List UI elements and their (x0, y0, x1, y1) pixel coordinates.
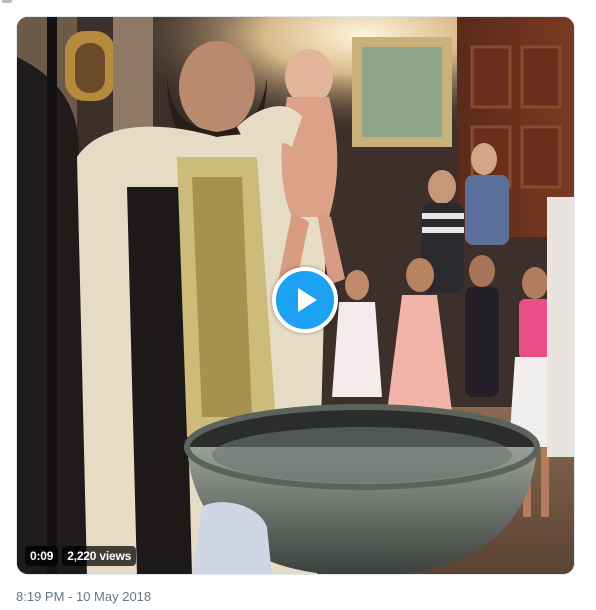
duration-badge: 0:09 (25, 546, 59, 566)
play-button[interactable] (272, 267, 338, 333)
timestamp-separator: - (64, 589, 76, 604)
tweet-time: 8:19 PM (16, 589, 65, 604)
tweet-date: 10 May 2018 (75, 589, 152, 604)
previous-content-fragment (2, 0, 12, 3)
tweet-timestamp[interactable]: 8:19 PM - 10 May 2018 (16, 588, 151, 606)
top-strip (0, 0, 596, 8)
video-badges: 0:09 2,220 views (25, 546, 137, 566)
view-count-badge: 2,220 views (62, 546, 137, 566)
play-icon (298, 288, 317, 312)
video-player[interactable]: 0:09 2,220 views (16, 16, 575, 575)
